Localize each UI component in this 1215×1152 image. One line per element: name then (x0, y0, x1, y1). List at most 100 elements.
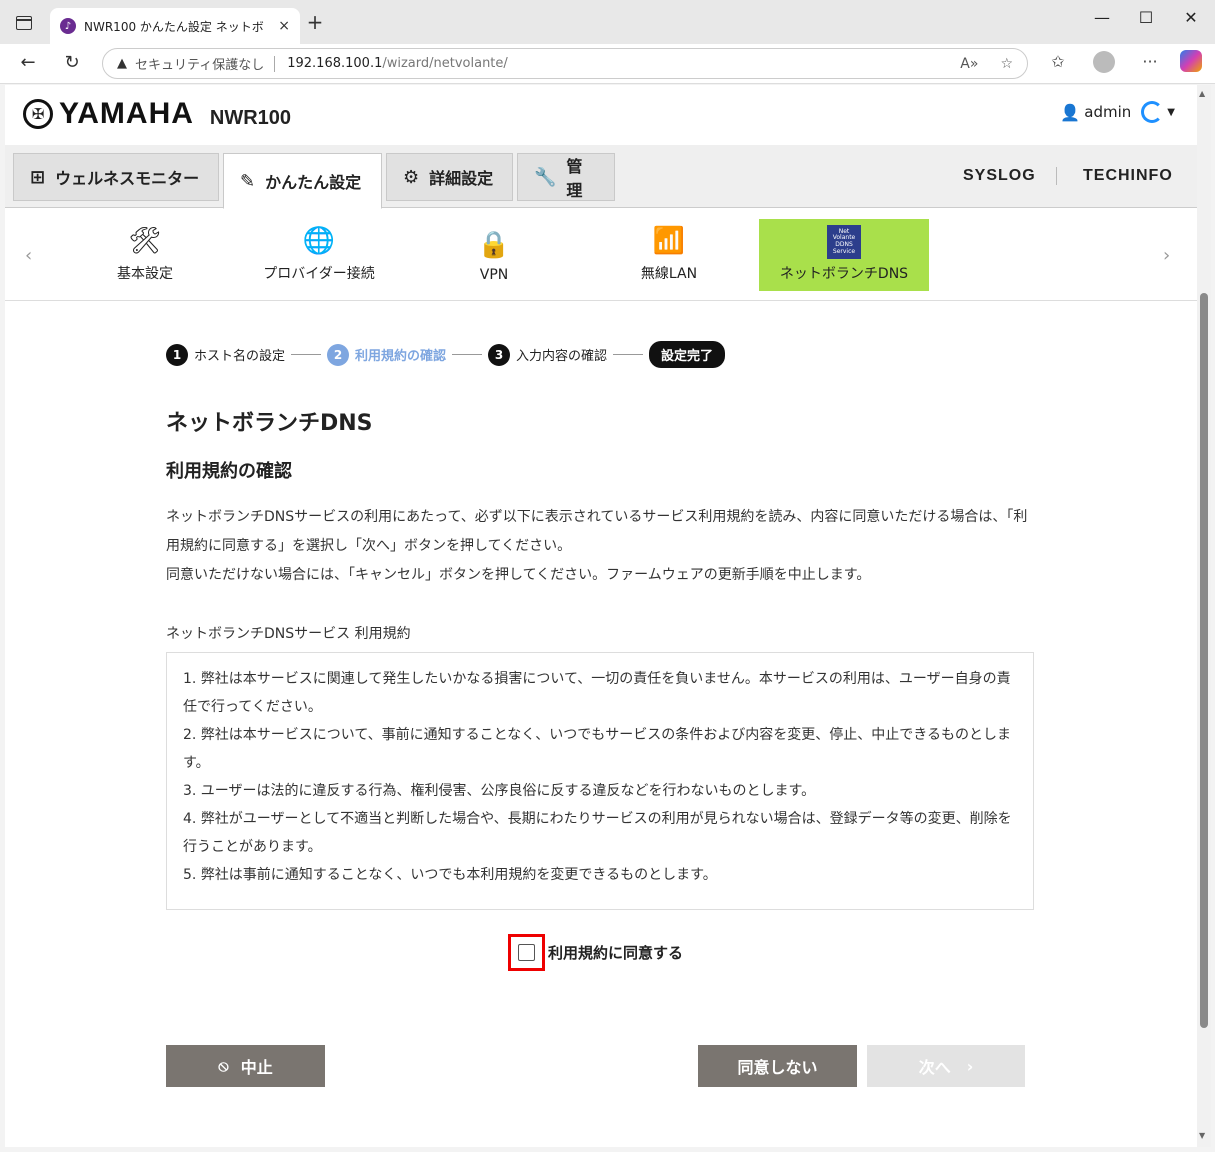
browser-titlebar: ♪ NWR100 かんたん設定 ネットボランチ × + — ☐ ✕ (0, 0, 1215, 44)
browser-tab[interactable]: ♪ NWR100 かんたん設定 ネットボランチ × (50, 8, 300, 44)
user-menu[interactable]: 👤 admin ▼ (1060, 101, 1175, 123)
brand: ✠ YAMAHA NWR100 (23, 97, 291, 131)
step-number: 3 (488, 343, 511, 366)
step-connector (452, 354, 483, 355)
read-aloud-icon[interactable]: A» (960, 56, 978, 72)
tab-title: NWR100 かんたん設定 ネットボランチ (84, 19, 264, 34)
sub-nav: ‹ 🛠 基本設定 🌐 プロバイダー接続 🔒 VPN 📶 無線LAN Net Vo… (5, 209, 1197, 301)
terms-title: ネットボランチDNSサービス 利用規約 (166, 626, 411, 642)
chevron-right-icon: › (966, 1056, 974, 1076)
step-number: 2 (327, 343, 350, 366)
chevron-right-icon[interactable]: › (1163, 245, 1170, 266)
description-line: 同意いただけない場合には、「キャンセル」ボタンを押してください。ファームウェアの… (166, 567, 871, 583)
refresh-icon[interactable]: ↻ (60, 52, 84, 73)
yamaha-logo-icon: ✠ (23, 99, 53, 129)
tab-label: ウェルネスモニター (55, 169, 200, 188)
router-admin-page: ✠ YAMAHA NWR100 👤 admin ▼ ⊞ ウェルネスモニター ✎ … (5, 85, 1197, 1147)
step-label: 入力内容の確認 (516, 349, 608, 364)
sub-item-label: 基本設定 (117, 266, 173, 282)
agree-checkbox[interactable] (518, 944, 535, 961)
terms-box[interactable]: 1. 弊社は本サービスに関連して発生したいかなる損害について、一切の責任を負いま… (166, 652, 1034, 910)
tab-label: 管理 (566, 157, 583, 200)
next-button[interactable]: 次へ › (867, 1045, 1025, 1087)
url-path: /wizard/netvolante/ (382, 56, 508, 71)
terms-item: 3. ユーザーは法的に違反する行為、権利侵害、公序良俗に反する違反などを行わない… (183, 783, 816, 799)
status-ring-icon (1141, 101, 1164, 123)
section-title: 利用規約の確認 (166, 461, 292, 482)
sub-item-basic-settings[interactable]: 🛠 基本設定 (60, 219, 230, 291)
agree-row: 利用規約に同意する (508, 934, 683, 971)
sub-item-vpn[interactable]: 🔒 VPN (409, 219, 579, 291)
url-divider (274, 55, 276, 72)
window-close-icon[interactable]: ✕ (1176, 8, 1206, 27)
agree-highlight (508, 934, 545, 971)
tools-icon: 🛠 (128, 226, 162, 256)
terms-item: 2. 弊社は本サービスについて、事前に通知することなく、いつでもサービスの条件お… (183, 727, 1011, 771)
tab-actions-icon[interactable] (16, 16, 32, 30)
ddns-service-icon: Net Volante DDNS Service (827, 225, 861, 259)
terms-item: 5. 弊社は事前に通知することなく、いつでも本利用規約を変更できるものとします。 (183, 867, 717, 883)
username: admin (1084, 103, 1132, 121)
back-arrow-icon[interactable]: ← (16, 52, 40, 73)
scroll-up-icon[interactable]: ▲ (1199, 89, 1205, 98)
copilot-icon[interactable] (1180, 50, 1202, 72)
new-tab-button[interactable]: + (304, 10, 326, 34)
tab-wellness-monitor[interactable]: ⊞ ウェルネスモニター (13, 153, 219, 201)
address-bar[interactable]: ▲ セキュリティ保護なし 192.168.100.1 /wizard/netvo… (102, 48, 1028, 79)
tab-label: かんたん設定 (265, 173, 362, 192)
nav-divider (1056, 167, 1057, 185)
syslog-link[interactable]: SYSLOG (963, 167, 1036, 185)
terms-item: 1. 弊社は本サービスに関連して発生したいかなる損害について、一切の責任を負いま… (183, 671, 1011, 715)
step-label: ホスト名の設定 (194, 349, 286, 364)
tab-management[interactable]: 🔧 管理 (517, 153, 615, 201)
sub-item-label: 無線LAN (640, 266, 698, 282)
favorites-icon[interactable]: ✩ (1044, 52, 1072, 71)
scroll-down-icon[interactable]: ▼ (1199, 1131, 1205, 1140)
sub-item-netvolante-dns[interactable]: Net Volante DDNS Service ネットボランチDNS (759, 219, 929, 291)
brand-name: YAMAHA (59, 97, 194, 130)
scroll-thumb[interactable] (1200, 293, 1208, 1028)
chevron-left-icon[interactable]: ‹ (25, 245, 32, 266)
magic-wand-icon: ✎ (240, 170, 256, 192)
sub-item-wireless-lan[interactable]: 📶 無線LAN (584, 219, 754, 291)
main-nav: ⊞ ウェルネスモニター ✎ かんたん設定 ⚙ 詳細設定 🔧 管理 SYSLOG … (5, 145, 1197, 209)
wizard-steps: 1 ホスト名の設定 2 利用規約の確認 3 入力内容の確認 設定完了 (166, 341, 726, 368)
step-number: 1 (166, 343, 188, 366)
step-connector (291, 354, 322, 355)
wrench-icon: 🔧 (534, 166, 557, 188)
wifi-icon: 📶 (652, 226, 686, 256)
cancel-button[interactable]: ⦸ 中止 (166, 1045, 325, 1087)
minimize-icon[interactable]: — (1087, 8, 1117, 27)
sub-item-label: VPN (479, 267, 509, 283)
tab-easy-setup[interactable]: ✎ かんたん設定 (223, 153, 382, 209)
maximize-icon[interactable]: ☐ (1131, 8, 1161, 27)
disagree-label: 同意しない (737, 1058, 818, 1077)
address-bar-row: ← ↻ ▲ セキュリティ保護なし 192.168.100.1 /wizard/n… (0, 44, 1215, 84)
profile-avatar-icon[interactable] (1093, 51, 1115, 73)
sub-item-provider[interactable]: 🌐 プロバイダー接続 (234, 219, 404, 291)
gear-icon: ⚙ (403, 166, 420, 188)
prohibited-icon: ⦸ (218, 1056, 229, 1075)
next-label: 次へ (918, 1058, 951, 1077)
step-label-current: 利用規約の確認 (355, 349, 447, 364)
lock-icon: 🔒 (477, 230, 511, 260)
security-label: セキュリティ保護なし (135, 58, 265, 73)
page-title: ネットボランチDNS (166, 411, 373, 436)
cancel-label: 中止 (240, 1058, 273, 1077)
more-menu-icon[interactable]: ··· (1136, 52, 1164, 71)
user-icon: 👤 (1060, 102, 1081, 122)
terms-item: 4. 弊社がユーザーとして不適当と判断した場合や、長期にわたりサービスの利用が見… (183, 811, 1012, 855)
tab-close-icon[interactable]: × (278, 18, 290, 34)
step-connector (613, 354, 644, 355)
disagree-button[interactable]: 同意しない (698, 1045, 857, 1087)
techinfo-link[interactable]: TECHINFO (1083, 167, 1173, 185)
sub-item-label: プロバイダー接続 (263, 266, 375, 282)
favorite-star-icon[interactable]: ☆ (1000, 56, 1013, 72)
tab-advanced-settings[interactable]: ⚙ 詳細設定 (386, 153, 513, 201)
agree-label[interactable]: 利用規約に同意する (548, 942, 683, 963)
sub-item-label: ネットボランチDNS (779, 266, 909, 282)
step-complete-badge: 設定完了 (649, 341, 726, 368)
url-host: 192.168.100.1 (287, 56, 383, 71)
globe-icon: 🌐 (302, 226, 336, 256)
page-scrollbar[interactable]: ▲ ▼ (1197, 85, 1211, 1147)
